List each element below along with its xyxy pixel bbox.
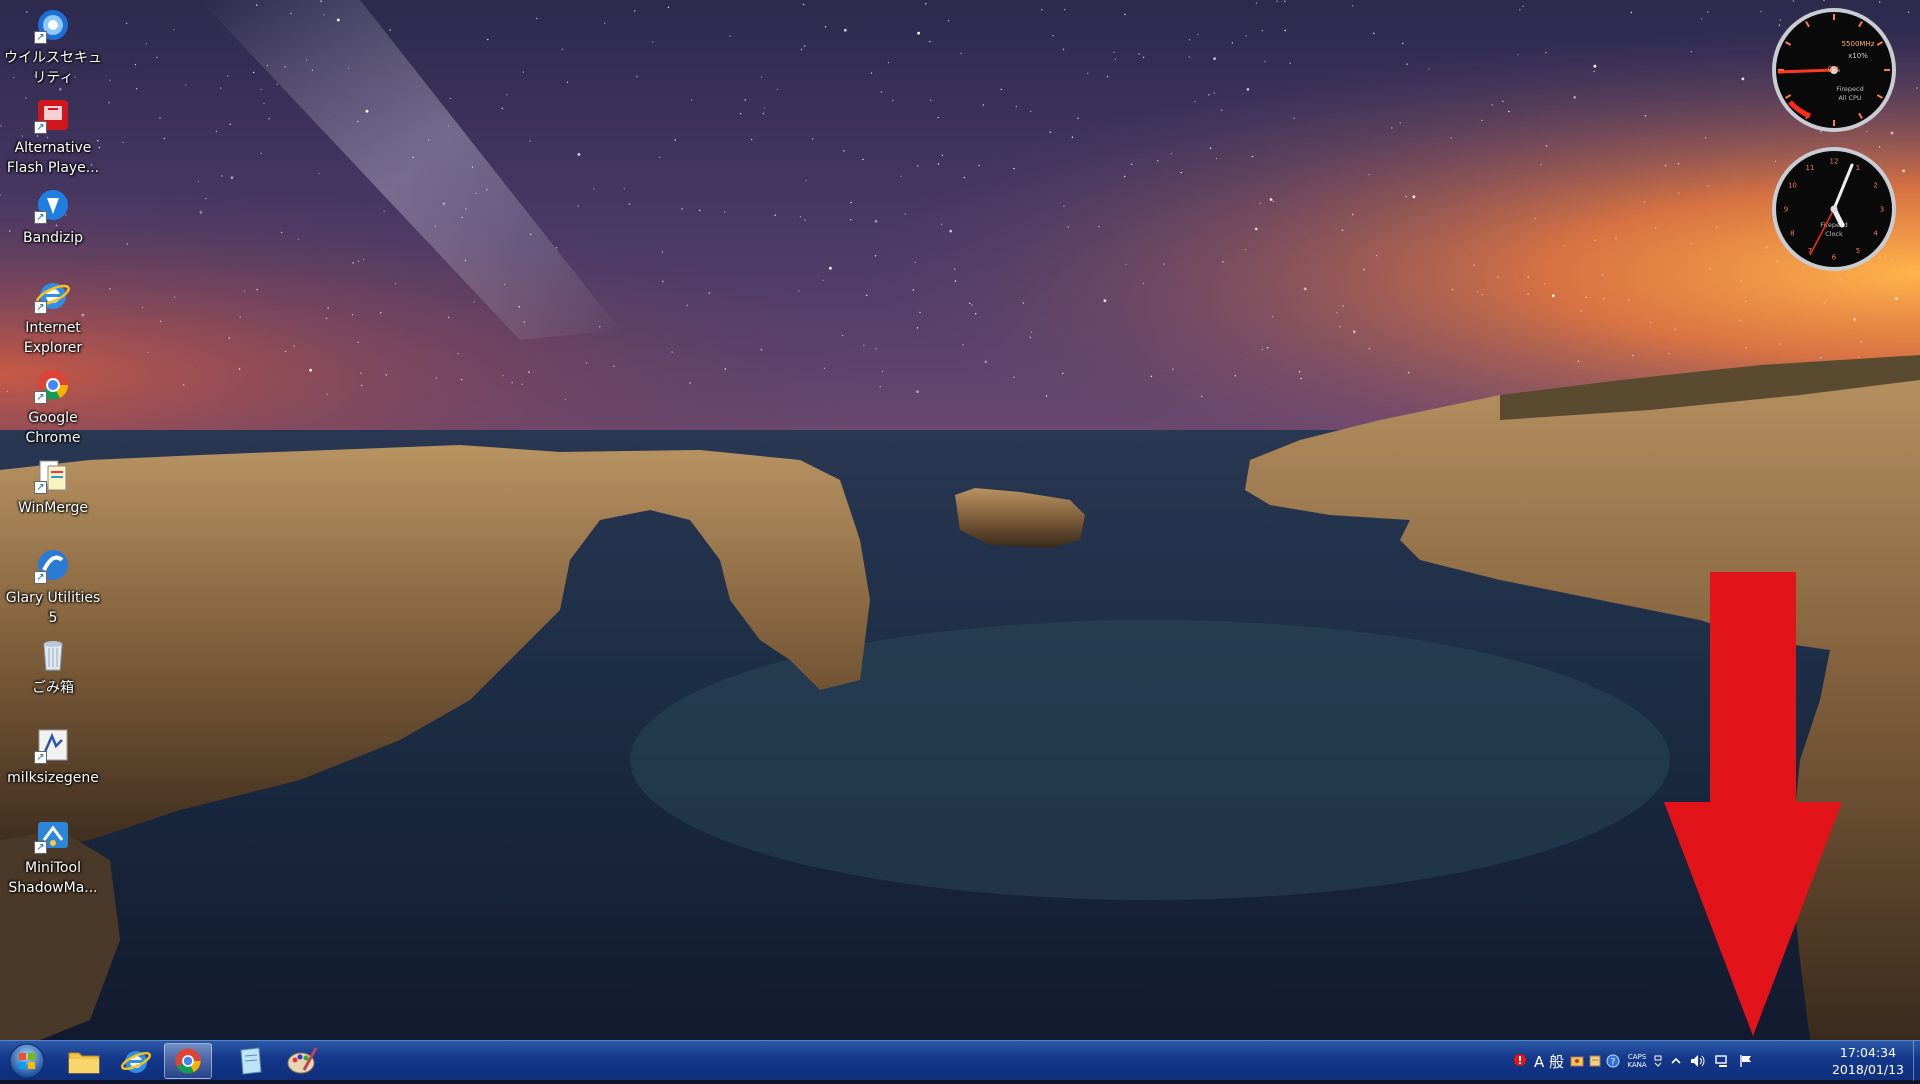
cpu-multiplier: x10%	[1848, 52, 1868, 60]
show-hidden-icons-chevron-icon[interactable]	[1668, 1041, 1684, 1081]
show-desktop-button[interactable]	[1913, 1041, 1920, 1081]
clock-date: 2018/01/13	[1831, 1062, 1905, 1077]
desktop-icon-label: milksizegene	[7, 770, 99, 786]
cpu-gauge: 5500MHz x10% 0% Firepecd All CPU	[1772, 8, 1896, 132]
ime-options-icon[interactable]	[1652, 1041, 1664, 1081]
taskbar-notepad-button[interactable]	[226, 1043, 274, 1079]
svg-text:9: 9	[1784, 206, 1788, 214]
ime-mode-indicator[interactable]: A 般	[1532, 1041, 1566, 1081]
taskbar-chrome-button[interactable]	[164, 1043, 212, 1079]
action-center-flag-icon[interactable]	[1736, 1041, 1756, 1081]
internet-explorer-icon	[120, 1051, 152, 1073]
caps-kana-indicator[interactable]: CAPS KANA	[1624, 1041, 1650, 1081]
ime-dictionary-icon[interactable]	[1586, 1041, 1604, 1081]
clock-time: 17:04:34	[1839, 1045, 1897, 1060]
svg-text:5: 5	[1856, 247, 1860, 255]
desktop-icon-label: ごみ箱	[32, 680, 74, 696]
cpu-meter-gadget[interactable]: 5500MHz x10% 0% Firepecd All CPU	[1770, 6, 1898, 134]
start-button[interactable]	[4, 1042, 50, 1080]
svg-text:8: 8	[1790, 230, 1794, 238]
desktop-icon-winmerge[interactable]: ↗ WinMerge	[2, 452, 104, 518]
chrome-icon: ↗	[34, 366, 72, 404]
desktop-icon-label: Bandizip	[23, 230, 83, 246]
volume-icon[interactable]	[1688, 1041, 1708, 1081]
desktop-wallpaper[interactable]	[0, 0, 1920, 1040]
recycle-bin-icon	[34, 636, 72, 674]
clock-gadget[interactable]: 1 2 3 4 5 6 7 8 9 10 11 12 Firepecd Clock	[1770, 145, 1898, 273]
ime-tool-icon[interactable]	[1568, 1041, 1586, 1081]
cpu-gadget-subtitle: All CPU	[1838, 94, 1862, 102]
flash-player-icon: ↗	[34, 96, 72, 134]
desktop-icon-label: ウイルスセキュ リティ	[4, 50, 102, 86]
desktop-icon-label: WinMerge	[18, 500, 88, 516]
paint-palette-icon	[287, 1047, 318, 1074]
desktop-icon-internet-explorer[interactable]: ↗ Internet Explorer	[2, 272, 104, 358]
desktop-icon-label: Glary Utilities 5	[5, 590, 101, 626]
tray-alert-icon[interactable]	[1510, 1041, 1530, 1081]
desktop-icon-minitool[interactable]: ↗ MiniTool ShadowMa...	[2, 812, 104, 898]
svg-text:6: 6	[1832, 254, 1837, 262]
desktop-icon-flash-player[interactable]: ↗ Alternative Flash Playe...	[2, 92, 104, 178]
annotation-arrow	[1664, 572, 1844, 1046]
winmerge-icon: ↗	[34, 456, 72, 494]
svg-text:11: 11	[1806, 164, 1815, 172]
cpu-freq: 5500MHz	[1842, 40, 1875, 48]
bandizip-icon: ↗	[34, 186, 72, 224]
internet-explorer-icon: ↗	[34, 276, 72, 314]
taskbar-paint-button[interactable]	[278, 1043, 326, 1079]
desktop-icon-label: Google Chrome	[25, 410, 81, 446]
cpu-usage: 0%	[1828, 65, 1841, 74]
desktop-icon-area: ↗ ウイルスセキュ リティ ↗ Alternative Flash Playe.…	[0, 0, 110, 1040]
svg-text:1: 1	[1856, 164, 1860, 172]
svg-text:2: 2	[1873, 182, 1877, 190]
desktop-icon-virus-security[interactable]: ↗ ウイルスセキュ リティ	[2, 2, 104, 88]
desktop-icon-glary-utilities[interactable]: ↗ Glary Utilities 5	[2, 542, 104, 628]
clock-gadget-subtitle: Clock	[1825, 230, 1843, 238]
svg-text:10: 10	[1788, 182, 1797, 190]
folder-icon	[68, 1052, 100, 1074]
windows-orb-icon	[9, 1043, 45, 1079]
svg-text:4: 4	[1873, 230, 1878, 238]
desktop-icon-label: MiniTool ShadowMa...	[8, 860, 98, 896]
svg-text:3: 3	[1880, 206, 1884, 214]
kana-label: KANA	[1627, 1061, 1647, 1069]
svg-text:12: 12	[1830, 158, 1839, 166]
desktop-icon-google-chrome[interactable]: ↗ Google Chrome	[2, 362, 104, 448]
desktop-icon-label: Internet Explorer	[23, 320, 83, 356]
cpu-gadget-name: Firepecd	[1836, 85, 1863, 93]
milksizegene-icon: ↗	[34, 726, 72, 764]
desktop-icon-recycle-bin[interactable]: ごみ箱	[2, 632, 104, 698]
virus-security-icon: ↗	[34, 6, 72, 44]
taskbar-ie-button[interactable]	[112, 1043, 160, 1079]
desktop-icon-milksizegene[interactable]: ↗ milksizegene	[2, 722, 104, 788]
caps-label: CAPS	[1627, 1053, 1647, 1061]
chrome-icon	[175, 1048, 201, 1074]
taskbar-clock[interactable]: 17:04:34 2018/01/13	[1824, 1041, 1912, 1081]
minitool-icon: ↗	[34, 816, 72, 854]
taskbar: A 般 ? CAPS KANA 17:04:34 2018/01/13	[0, 1040, 1920, 1081]
notepad-icon	[240, 1047, 262, 1075]
desktop-icon-label: Alternative Flash Playe...	[6, 140, 100, 176]
glary-utilities-icon: ↗	[34, 546, 72, 584]
wallpaper-image	[0, 0, 1920, 1040]
taskbar-explorer-button[interactable]	[60, 1043, 108, 1079]
analog-clock: 123456789101112 Firepecd Clock	[1772, 147, 1896, 271]
desktop-icon-bandizip[interactable]: ↗ Bandizip	[2, 182, 104, 248]
svg-text:?: ?	[1611, 1058, 1616, 1068]
ime-help-icon[interactable]: ?	[1604, 1041, 1622, 1081]
network-icon[interactable]	[1712, 1041, 1732, 1081]
